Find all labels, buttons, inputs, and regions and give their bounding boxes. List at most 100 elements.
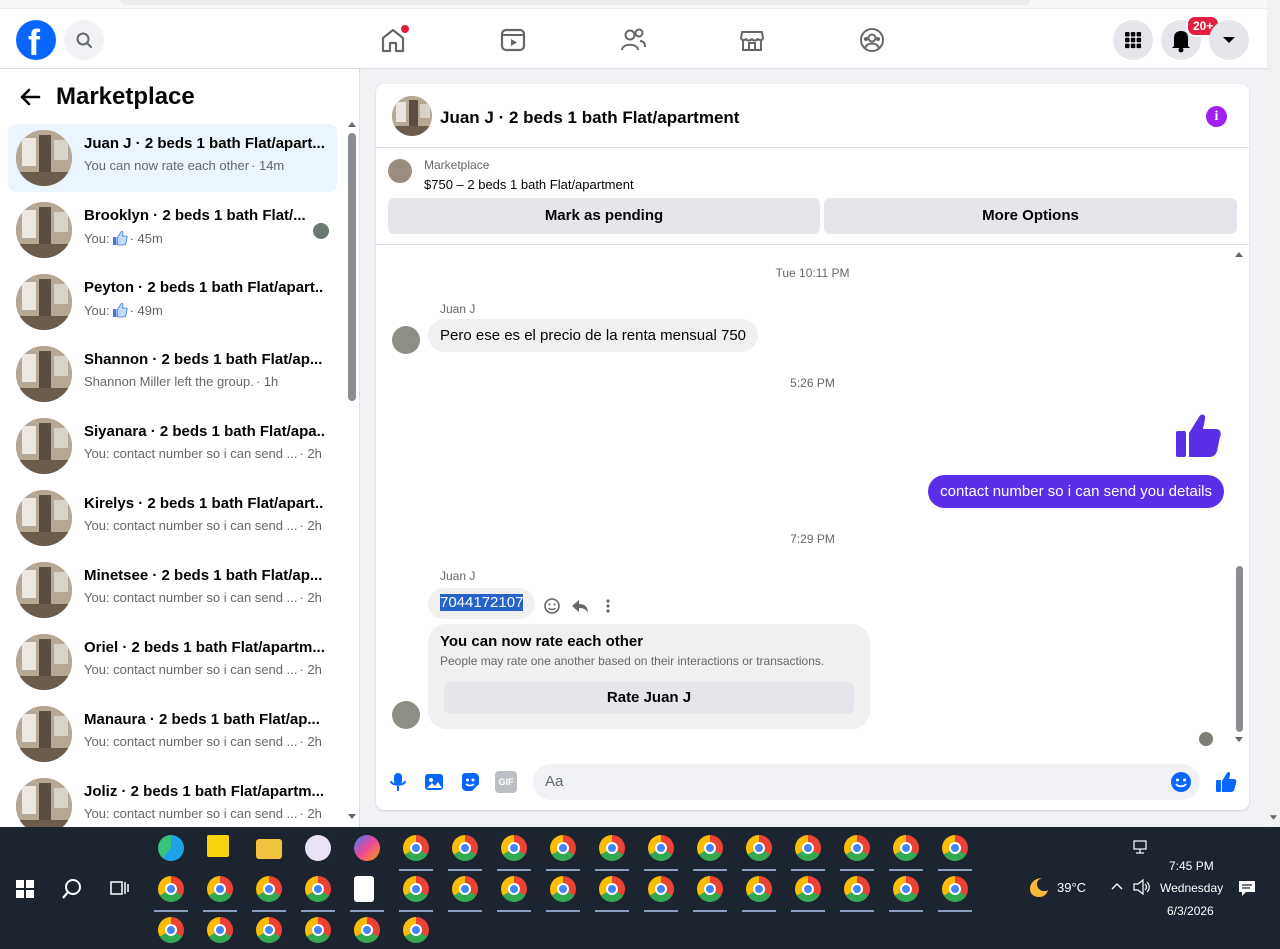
copilot-taskbar-icon[interactable] [354,835,380,861]
weather-moon-icon[interactable] [1026,875,1050,899]
chrome-taskbar-icon[interactable] [256,917,282,943]
chrome-taskbar-icon[interactable] [697,835,723,861]
back-arrow-icon[interactable] [18,85,42,109]
chrome-taskbar-icon[interactable] [403,835,429,861]
chevron-up-icon[interactable] [1111,881,1123,891]
chrome-taskbar-icon[interactable] [648,876,674,902]
edge-taskbar-icon[interactable] [158,835,184,861]
conversation-item[interactable]: Shannon · 2 beds 1 bath Flat/ap... Shanno… [8,340,337,408]
chrome-taskbar-icon[interactable] [207,876,233,902]
chrome-taskbar-icon[interactable] [354,917,380,943]
friends-tab[interactable] [617,24,649,56]
chrome-taskbar-icon[interactable] [403,917,429,943]
chrome-taskbar-icon[interactable] [893,835,919,861]
chrome-taskbar-icon[interactable] [305,917,331,943]
outgoing-message[interactable]: contact number so i can send you details [928,475,1224,508]
chrome-taskbar-icon[interactable] [207,917,233,943]
conversation-item[interactable]: Joliz · 2 beds 1 bath Flat/apartm... You:… [8,772,337,827]
chrome-taskbar-icon[interactable] [403,876,429,902]
groups-tab[interactable] [856,24,888,56]
scroll-down-arrow-icon[interactable] [347,813,357,821]
windows-start-icon[interactable] [16,880,34,898]
chrome-taskbar-icon[interactable] [256,876,282,902]
scroll-up-arrow-icon[interactable] [1234,250,1244,258]
search-button[interactable] [64,20,104,60]
microphone-icon[interactable] [387,771,409,793]
page-scrollbar[interactable] [1267,0,1280,827]
account-button[interactable] [1209,20,1249,60]
network-icon[interactable] [1133,840,1151,856]
scroll-down-arrow-icon[interactable] [1234,736,1244,744]
phone-number-message[interactable]: 7044172107 [428,588,536,619]
react-emoji-icon[interactable] [542,596,562,616]
chrome-taskbar-icon[interactable] [599,876,625,902]
chrome-taskbar-icon[interactable] [452,835,478,861]
clock-time[interactable]: 7:45 PM [1169,859,1214,873]
chrome-taskbar-icon[interactable] [844,876,870,902]
message-input[interactable]: Aa [533,764,1200,800]
conversation-item[interactable]: Brooklyn · 2 beds 1 bath Flat/... You: · … [8,196,337,264]
listing-title[interactable]: $750 – 2 beds 1 bath Flat/apartment [424,177,634,192]
chrome-taskbar-icon[interactable] [305,876,331,902]
chrome-taskbar-icon[interactable] [746,876,772,902]
like-send-icon[interactable] [1215,771,1237,793]
more-dots-icon[interactable] [598,596,618,616]
chrome-taskbar-icon[interactable] [795,876,821,902]
gif-button[interactable]: GIF [495,771,517,793]
chrome-taskbar-icon[interactable] [599,835,625,861]
rate-user-button[interactable]: Rate Juan J [444,682,854,714]
scroll-down-arrow-icon[interactable] [1269,814,1278,822]
conversation-item[interactable]: Peyton · 2 beds 1 bath Flat/apart... You:… [8,268,337,336]
chrome-taskbar-icon[interactable] [158,876,184,902]
emoji-icon[interactable] [1170,771,1192,793]
facebook-logo[interactable]: f [16,20,56,63]
volume-icon[interactable] [1133,879,1151,895]
video-tab[interactable] [497,24,529,56]
chrome-taskbar-icon[interactable] [158,917,184,943]
left-scrollbar-thumb[interactable] [348,133,356,401]
conversation-item[interactable]: Siyanara · 2 beds 1 bath Flat/apa... You:… [8,412,337,480]
mail-taskbar-icon[interactable] [354,876,374,902]
folder-taskbar-icon[interactable] [256,839,282,859]
chrome-taskbar-icon[interactable] [942,835,968,861]
sticker-icon[interactable] [459,771,481,793]
clock-day[interactable]: Wednesday [1160,881,1223,895]
chat-avatar[interactable] [392,96,432,136]
chrome-taskbar-icon[interactable] [697,876,723,902]
conversation-item[interactable]: Manaura · 2 beds 1 bath Flat/ap... You: c… [8,700,337,768]
selected-phone-number[interactable]: 7044172107 [440,594,524,611]
scroll-up-arrow-icon[interactable] [347,120,357,128]
conversation-item[interactable]: Juan J · 2 beds 1 bath Flat/apart... You … [8,124,337,192]
info-icon[interactable]: i [1206,106,1227,127]
reply-icon[interactable] [570,596,590,616]
chrome-taskbar-icon[interactable] [795,835,821,861]
conversation-item[interactable]: Oriel · 2 beds 1 bath Flat/apartm... You:… [8,628,337,696]
chrome-taskbar-icon[interactable] [746,835,772,861]
chrome-taskbar-icon[interactable] [550,835,576,861]
more-options-button[interactable]: More Options [824,198,1237,234]
chrome-taskbar-icon[interactable] [501,835,527,861]
listing-thumbnail[interactable] [388,159,412,183]
mark-as-pending-button[interactable]: Mark as pending [388,198,820,234]
photo-icon[interactable] [423,771,445,793]
task-view-icon[interactable] [110,879,130,897]
paint-taskbar-icon[interactable] [305,835,331,861]
chrome-taskbar-icon[interactable] [893,876,919,902]
conversation-item[interactable]: Kirelys · 2 beds 1 bath Flat/apart... You… [8,484,337,552]
menu-button[interactable] [1113,20,1153,60]
chrome-taskbar-icon[interactable] [942,876,968,902]
marketplace-tab[interactable] [736,24,768,56]
incoming-message[interactable]: Pero ese es el precio de la renta mensua… [428,319,759,352]
conversation-item[interactable]: Minetsee · 2 beds 1 bath Flat/ap... You: … [8,556,337,624]
chrome-taskbar-icon[interactable] [648,835,674,861]
chrome-taskbar-icon[interactable] [550,876,576,902]
clock-date[interactable]: 6/3/2026 [1167,904,1214,918]
notification-center-icon[interactable] [1238,879,1256,897]
notes-taskbar-icon[interactable] [207,835,229,857]
chat-scrollbar-thumb[interactable] [1236,566,1243,732]
chrome-taskbar-icon[interactable] [452,876,478,902]
chrome-taskbar-icon[interactable] [844,835,870,861]
thumbs-up-sticker-icon[interactable] [1172,409,1224,461]
chrome-taskbar-icon[interactable] [501,876,527,902]
search-icon[interactable] [61,878,83,900]
